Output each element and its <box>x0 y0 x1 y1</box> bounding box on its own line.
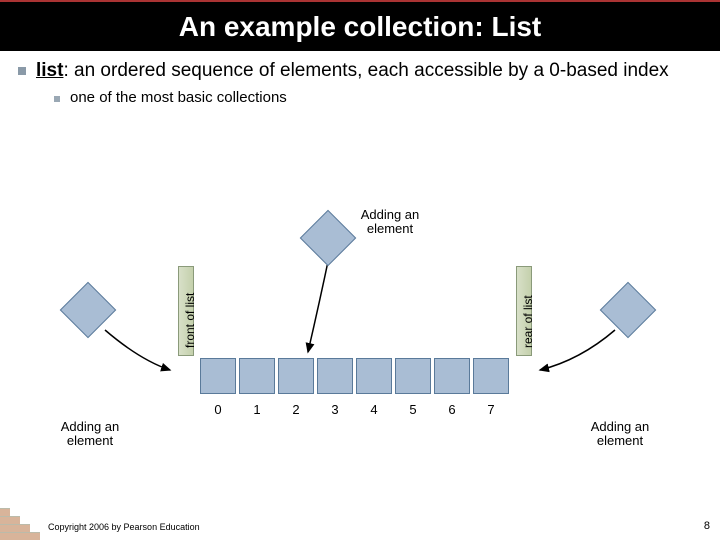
slide-body: list: an ordered sequence of elements, e… <box>0 51 720 106</box>
rear-label: rear of list <box>521 295 535 348</box>
page-number: 8 <box>704 520 710 532</box>
sub-text: one of the most basic collections <box>70 89 287 106</box>
bullet-icon <box>54 96 60 102</box>
list-cell <box>278 358 314 394</box>
bullet-main: list: an ordered sequence of elements, e… <box>18 59 702 83</box>
index-label: 7 <box>473 402 509 417</box>
index-label: 1 <box>239 402 275 417</box>
front-label: front of list <box>183 293 197 348</box>
bullet-icon <box>18 67 26 75</box>
slide-title: An example collection: List <box>0 0 720 51</box>
add-label-top: Adding anelement <box>350 208 430 237</box>
list-cell <box>434 358 470 394</box>
add-label-right: Adding anelement <box>580 420 660 449</box>
index-label: 3 <box>317 402 353 417</box>
arrows <box>70 230 660 480</box>
index-label: 6 <box>434 402 470 417</box>
index-label: 0 <box>200 402 236 417</box>
add-label-left: Adding anelement <box>50 420 130 449</box>
list-cell <box>395 358 431 394</box>
index-label: 5 <box>395 402 431 417</box>
decorative-stairs-icon <box>0 510 40 540</box>
list-cell <box>356 358 392 394</box>
list-cell <box>239 358 275 394</box>
index-label: 4 <box>356 402 392 417</box>
index-label: 2 <box>278 402 314 417</box>
definition: : an ordered sequence of elements, each … <box>63 60 668 81</box>
bullet-text: list: an ordered sequence of elements, e… <box>36 59 669 83</box>
bullet-sub: one of the most basic collections <box>54 89 702 106</box>
copyright: Copyright 2006 by Pearson Education <box>48 522 200 532</box>
list-cell <box>317 358 353 394</box>
term: list <box>36 60 63 81</box>
list-cell <box>473 358 509 394</box>
list-diagram: front of list rear of list 0 1 2 3 4 5 6… <box>70 230 660 480</box>
list-cell <box>200 358 236 394</box>
